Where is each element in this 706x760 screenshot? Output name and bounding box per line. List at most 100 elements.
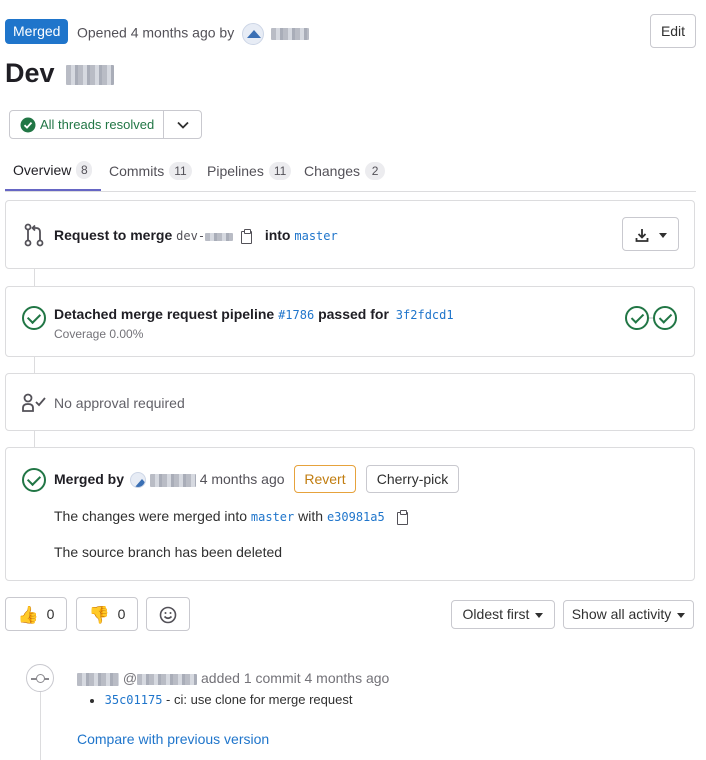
tab-pipelines-count: 11 (268, 161, 292, 180)
thumbs-down-button[interactable]: 👎 0 (76, 597, 138, 631)
activity-commit-message: - ci: use clone for merge request (166, 692, 353, 707)
pipeline-passed-for: passed for (318, 306, 389, 322)
edit-button[interactable]: Edit (650, 14, 696, 48)
activity-header: @ added 1 commit 4 months ago (77, 670, 389, 686)
pipeline-passed-icon[interactable] (22, 306, 46, 330)
download-icon (635, 229, 648, 243)
timeline-connector (34, 430, 35, 448)
page-title: Dev (5, 58, 115, 89)
source-branch-redacted (205, 232, 234, 241)
approval-text: No approval required (54, 395, 185, 411)
merge-request-line: Request to merge dev- into master (54, 227, 338, 245)
tab-overview[interactable]: Overview 8 (5, 150, 101, 191)
branch-deleted-text: The source branch has been deleted (54, 544, 283, 560)
mr-header: Merged Opened 4 months ago by Edit (5, 14, 696, 48)
title-redacted (66, 64, 115, 85)
thumbs-up-count: 0 (46, 606, 55, 622)
tab-overview-count: 8 (76, 160, 93, 179)
pipeline-widget: Detached merge request pipeline #1786 pa… (5, 286, 695, 357)
approval-icon (22, 393, 46, 412)
pipeline-id-link[interactable]: #1786 (278, 308, 314, 322)
compare-version-link[interactable]: Compare with previous version (77, 731, 269, 747)
pipeline-commit-link[interactable]: 3f2fdcd1 (396, 308, 454, 322)
chevron-down-icon (535, 612, 544, 618)
merge-request-widget: Request to merge dev- into master (5, 200, 695, 269)
threads-resolved-button[interactable]: All threads resolved (10, 111, 165, 138)
activity-username-redacted[interactable] (137, 673, 198, 685)
merged-branch-link[interactable]: master (251, 510, 294, 524)
merged-widget: Merged by 4 months ago Revert Cherry-pic… (5, 447, 695, 581)
merge-request-icon (24, 223, 44, 247)
merger-name-redacted[interactable] (149, 473, 196, 487)
copy-icon[interactable] (396, 510, 409, 526)
threads-resolved-label: All threads resolved (40, 117, 155, 132)
into-label: into (264, 227, 291, 243)
revert-button[interactable]: Revert (294, 465, 356, 493)
stage-passed-icon[interactable] (653, 306, 677, 330)
merged-with-text: with (298, 508, 324, 524)
merger-avatar[interactable] (129, 472, 146, 489)
bullet (90, 698, 94, 703)
activity-commit-item: 35c01175 - ci: use clone for merge reque… (90, 692, 352, 707)
thumbs-down-icon: 👎 (88, 605, 110, 625)
copy-icon[interactable] (240, 229, 253, 245)
merged-commit-link[interactable]: e30981a5 (327, 510, 385, 524)
pipeline-line: Detached merge request pipeline #1786 pa… (54, 306, 454, 322)
smiley-icon (159, 606, 177, 624)
merged-into-line: The changes were merged into master with… (54, 508, 409, 526)
add-reaction-button[interactable] (146, 597, 190, 631)
merged-by-label: Merged by (54, 471, 125, 487)
merged-check-icon (22, 468, 46, 492)
merged-time: 4 months ago (199, 471, 285, 487)
opened-info: Opened 4 months ago by (77, 23, 310, 45)
title-text: Dev (5, 58, 55, 88)
thumbs-up-icon: 👍 (17, 605, 39, 625)
pipeline-stages (625, 306, 677, 330)
approval-widget: No approval required (5, 373, 695, 431)
tab-commits-label: Commits (109, 162, 165, 179)
tab-commits[interactable]: Commits 11 (109, 150, 192, 191)
tab-overview-label: Overview (13, 161, 72, 178)
source-branch-prefix: dev- (176, 229, 206, 243)
activity-author-redacted[interactable] (77, 672, 119, 686)
chevron-down-icon (677, 612, 686, 618)
activity-filter-label: Show all activity (571, 606, 672, 622)
tab-commits-count: 11 (169, 161, 192, 180)
chevron-down-icon (659, 232, 668, 238)
download-dropdown[interactable] (622, 217, 679, 251)
sort-dropdown[interactable]: Oldest first (451, 600, 555, 629)
timeline-connector (34, 268, 35, 286)
tab-pipelines[interactable]: Pipelines 11 (207, 150, 292, 191)
pipeline-text: Detached merge request pipeline (54, 306, 275, 322)
tab-pipelines-label: Pipelines (207, 162, 264, 179)
activity-at: @ (122, 670, 138, 686)
tab-changes-label: Changes (304, 162, 361, 179)
cherry-pick-button[interactable]: Cherry-pick (366, 465, 459, 493)
merged-by-line: Merged by 4 months ago (54, 471, 285, 489)
author-name-redacted[interactable] (271, 28, 310, 40)
sort-label: Oldest first (462, 606, 530, 622)
target-branch-link[interactable]: master (294, 229, 337, 243)
thumbs-up-button[interactable]: 👍 0 (5, 597, 67, 631)
author-avatar[interactable] (242, 23, 265, 45)
commit-icon (26, 664, 54, 692)
status-badge: Merged (5, 19, 69, 44)
tab-changes-count: 2 (365, 161, 386, 180)
merged-into-text: The changes were merged into (54, 508, 247, 524)
tab-changes[interactable]: Changes 2 (304, 150, 386, 191)
timeline-connector (34, 356, 35, 374)
check-circle-icon (20, 117, 36, 132)
stage-passed-icon[interactable] (625, 306, 649, 330)
threads-toggle[interactable] (164, 111, 201, 138)
threads-resolved-dropdown[interactable]: All threads resolved (9, 110, 203, 139)
activity-added-text: added 1 commit 4 months ago (201, 670, 390, 686)
mr-tabs: Overview 8 Commits 11 Pipelines 11 Chang… (5, 150, 696, 192)
activity-commit-link[interactable]: 35c01175 (105, 693, 163, 707)
thumbs-down-count: 0 (117, 606, 126, 622)
opened-text: Opened 4 months ago by (77, 24, 235, 41)
request-label: Request to merge (54, 227, 173, 243)
source-branch[interactable]: dev- (176, 229, 234, 243)
pipeline-coverage: Coverage 0.00% (54, 327, 144, 341)
activity-filter-dropdown[interactable]: Show all activity (563, 600, 694, 629)
chevron-down-icon (177, 121, 189, 129)
